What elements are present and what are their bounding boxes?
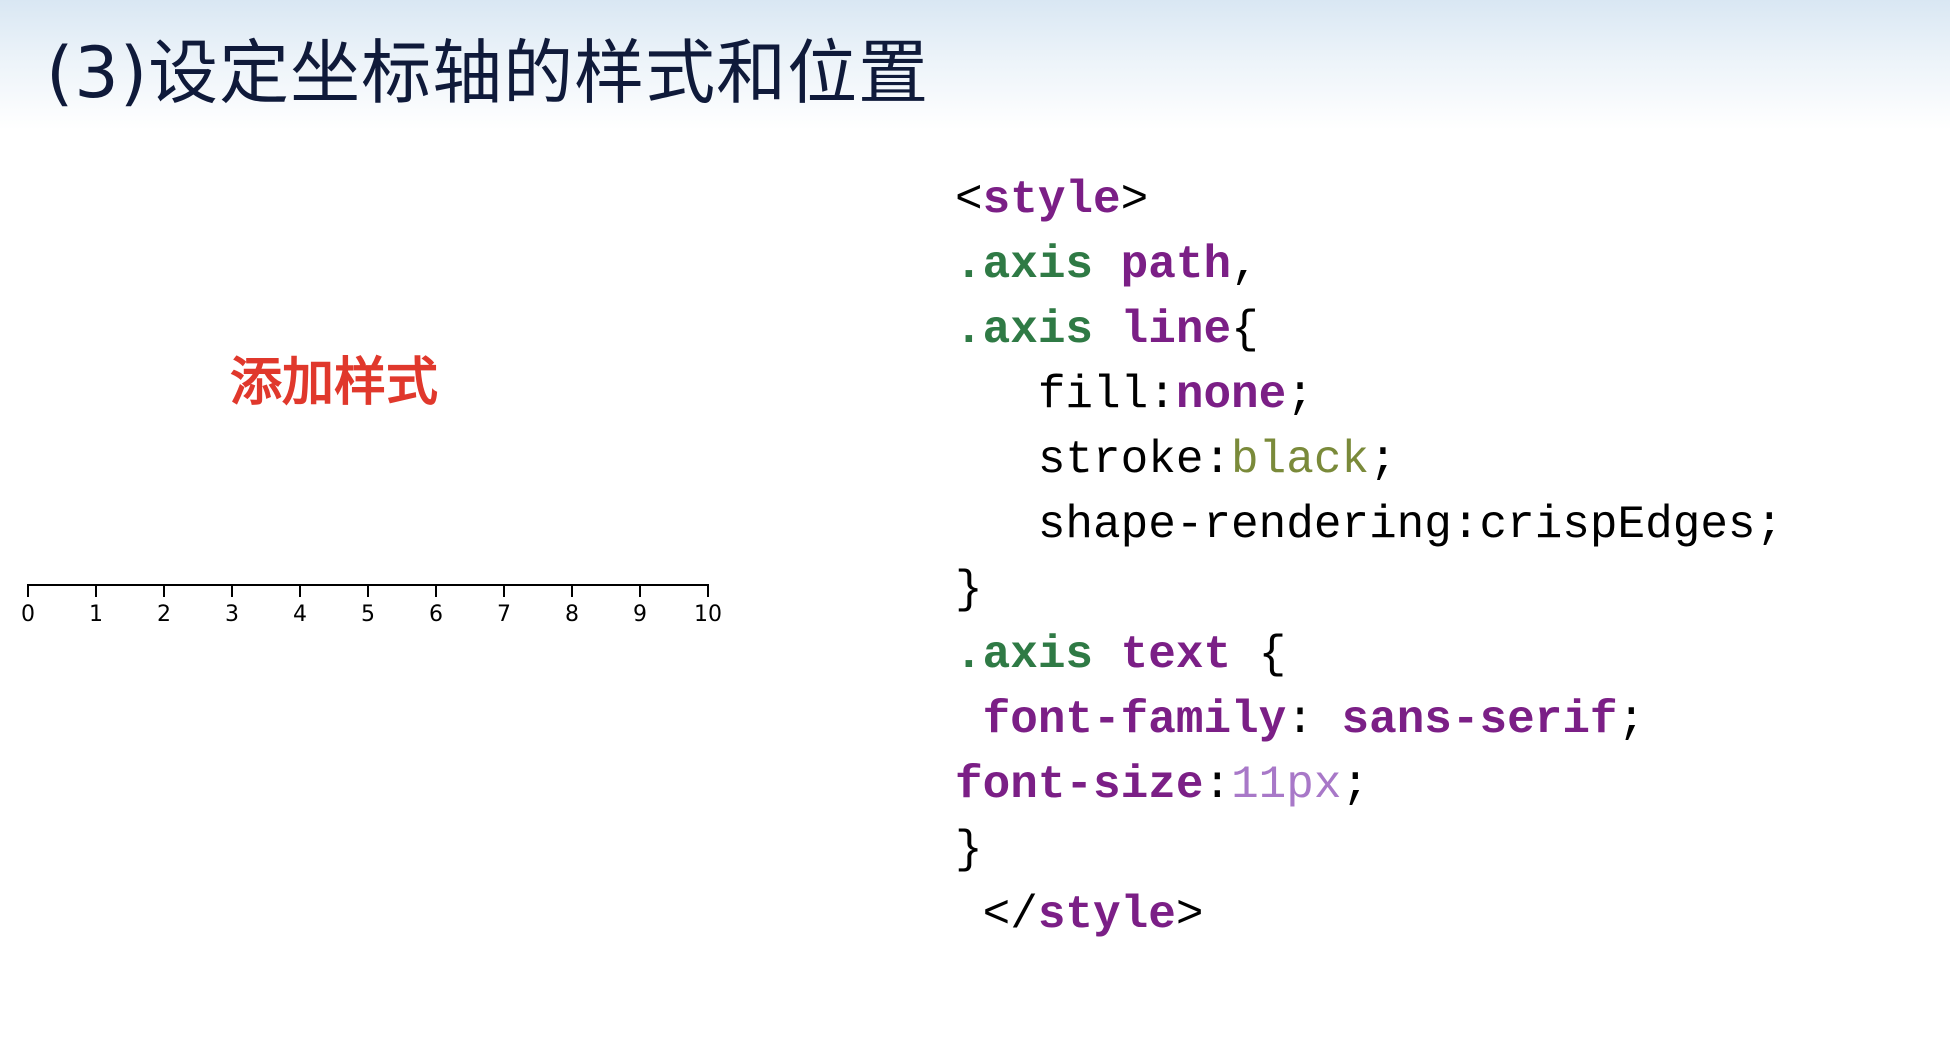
axis-tick-label: 9 — [633, 602, 647, 627]
code-token: { — [1231, 629, 1287, 681]
code-token: </ — [955, 889, 1038, 941]
code-token: .axis — [955, 304, 1094, 356]
code-line: font-family: sans-serif; — [955, 688, 1783, 753]
code-token: ; — [1369, 434, 1397, 486]
slide: (3)设定坐标轴的样式和位置 添加样式 0 1 2 3 4 5 6 7 8 9 10 <style>… — [0, 0, 1950, 1046]
code-line: .axis line{ — [955, 298, 1783, 363]
axis-tick-label: 2 — [157, 602, 171, 627]
axis-tick-label: 6 — [429, 602, 443, 627]
code-token: font-family — [982, 694, 1287, 746]
code-line: stroke:black; — [955, 428, 1783, 493]
note-label: 添加样式 — [230, 353, 439, 413]
axis-tick-label: 7 — [497, 602, 511, 627]
code-token: style — [982, 174, 1121, 226]
code-line: } — [955, 558, 1783, 623]
code-line: .axis text { — [955, 623, 1783, 688]
code-line: font-size:11px; — [955, 753, 1783, 818]
code-line: fill:none; — [955, 363, 1783, 428]
code-token: > — [1175, 889, 1204, 941]
code-token: ; — [1286, 369, 1314, 421]
code-token: , — [1231, 239, 1259, 291]
slide-title: (3)设定坐标轴的样式和位置 — [46, 32, 930, 114]
code-token: shape-rendering:crispEdges; — [955, 499, 1784, 551]
code-token: > — [1120, 174, 1149, 226]
code-token: font-size — [955, 759, 1204, 811]
code-line: } — [955, 818, 1783, 883]
axis-tick-label: 1 — [89, 602, 103, 627]
code-token: .axis — [955, 629, 1094, 681]
axis-tick-label: 3 — [225, 602, 239, 627]
code-line: </style> — [955, 883, 1783, 948]
code-token: { — [1231, 304, 1259, 356]
code-token: line — [1120, 304, 1232, 356]
code-token: : — [1203, 759, 1232, 811]
code-token: sans-serif — [1341, 694, 1618, 746]
code-token: none — [1175, 369, 1287, 421]
code-token: ; — [1341, 759, 1370, 811]
code-token: ; — [1617, 694, 1646, 746]
code-token: text — [1120, 629, 1232, 681]
axis-tick-label: 5 — [361, 602, 375, 627]
code-token: path — [1120, 239, 1232, 291]
code-token: : — [1286, 694, 1342, 746]
axis-tick-label: 8 — [565, 602, 579, 627]
code-token: } — [955, 564, 983, 616]
code-token: stroke: — [955, 434, 1232, 486]
code-token: } — [955, 824, 983, 876]
code-token: .axis — [955, 239, 1094, 291]
axis-tick-label: 0 — [21, 602, 35, 627]
code-line: shape-rendering:crispEdges; — [955, 493, 1783, 558]
code-token: black — [1231, 434, 1370, 486]
code-token: style — [1037, 889, 1176, 941]
code-token: 11px — [1231, 759, 1342, 811]
code-token: < — [955, 174, 983, 226]
code-token: fill: — [955, 369, 1176, 421]
axis-tick-label: 4 — [293, 602, 307, 627]
axis-figure: 0 1 2 3 4 5 6 7 8 9 10 — [21, 584, 722, 627]
code-block: <style> .axis path, .axis line{ fill:none;… — [955, 168, 1783, 948]
axis: 0 1 2 3 4 5 6 7 8 9 10 — [21, 584, 722, 627]
axis-tick-label: 10 — [694, 602, 722, 627]
code-line: <style> — [955, 168, 1783, 233]
code-line: .axis path, — [955, 233, 1783, 298]
